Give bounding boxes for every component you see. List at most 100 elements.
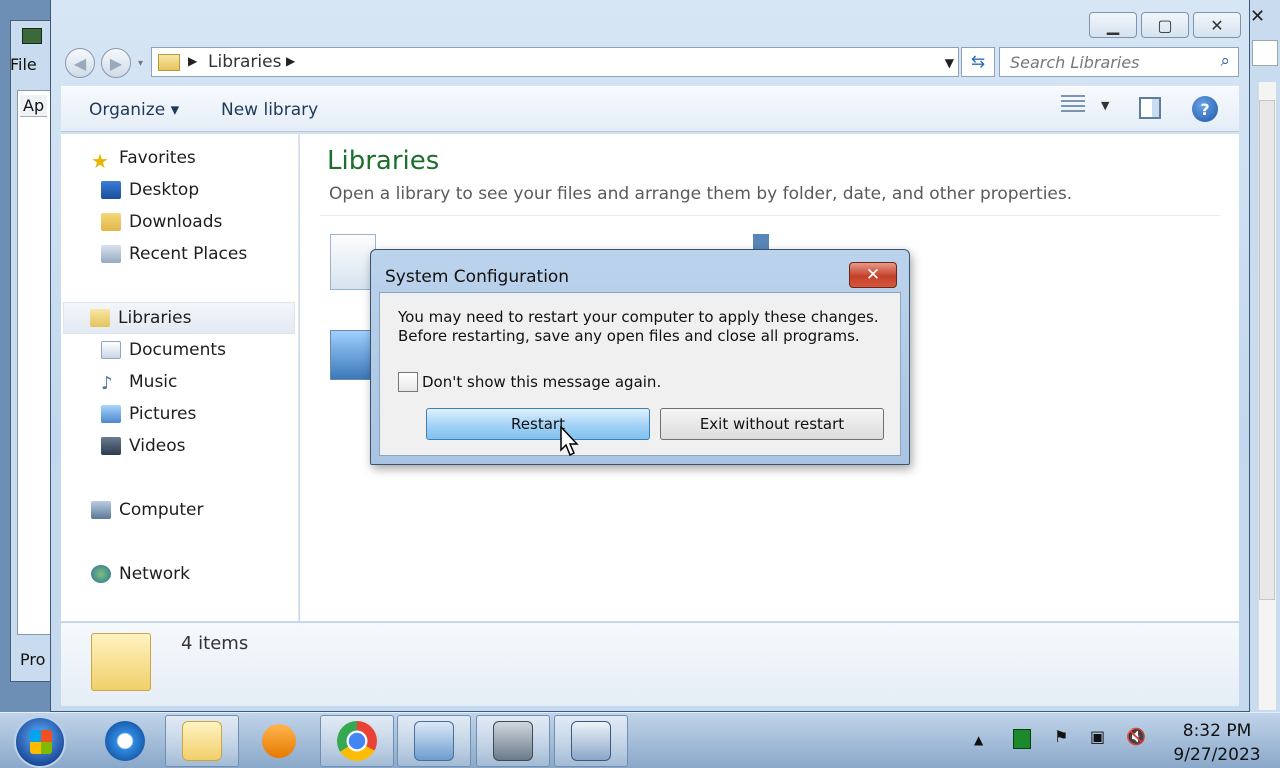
maximize-button[interactable]: ▢ (1141, 12, 1189, 38)
change-view-button[interactable]: ▼ (1061, 95, 1109, 115)
taskbar-chrome[interactable] (320, 715, 394, 767)
taskbar-control-panel[interactable] (397, 715, 471, 767)
search-icon[interactable]: ⌕ (1220, 51, 1230, 71)
nav-libraries[interactable]: Libraries (63, 302, 295, 334)
background-search-icon[interactable] (1252, 40, 1278, 66)
nav-label: Videos (129, 436, 186, 456)
search-input[interactable]: Search Libraries (1010, 53, 1140, 72)
minimize-button[interactable]: ▁ (1089, 12, 1137, 38)
close-button[interactable]: ✕ (1193, 12, 1241, 38)
background-file-menu[interactable]: File (10, 55, 37, 74)
dialog-message: You may need to restart your computer to… (398, 308, 879, 346)
dialog-body: You may need to restart your computer to… (379, 292, 901, 456)
nav-pictures[interactable]: Pictures (101, 404, 196, 424)
nav-desktop[interactable]: Desktop (101, 180, 199, 200)
dialog-close-button[interactable]: ✕ (849, 262, 897, 288)
dialog-message-line: You may need to restart your computer to… (398, 308, 879, 326)
internet-explorer-icon (105, 721, 145, 761)
window-caption-buttons: ▁ ▢ ✕ (1089, 12, 1241, 38)
nav-downloads[interactable]: Downloads (101, 212, 222, 232)
nav-label: Documents (129, 340, 226, 360)
preview-pane-icon (1139, 97, 1161, 119)
nav-label: Libraries (118, 308, 192, 328)
page-title: Libraries (327, 146, 440, 176)
system-configuration-dialog: System Configuration ✕ You may need to r… (370, 249, 910, 465)
forward-button[interactable]: ▶ (101, 48, 131, 78)
performance-monitor-icon (493, 721, 533, 761)
action-center-flag-icon[interactable]: ⚑ (1054, 727, 1068, 746)
navigation-bar: ◀ ▶ ▾ ▶ Libraries ▶ ▼ ⇆ Search Libraries… (63, 46, 1243, 80)
nav-videos[interactable]: Videos (101, 436, 186, 456)
nav-label: Desktop (129, 180, 200, 200)
taskbar-internet-explorer[interactable] (88, 715, 162, 767)
item-count: 4 items (181, 633, 249, 654)
command-bar: Organize ▾ New library ▼ ? (61, 86, 1239, 132)
nav-label: Pictures (129, 404, 197, 424)
mouse-cursor (560, 426, 579, 457)
network-tray-icon[interactable]: ▣ (1090, 727, 1105, 746)
nav-label: Recent Places (129, 244, 248, 264)
star-icon: ★ (91, 149, 109, 173)
breadcrumb-arrow-icon[interactable]: ▶ (286, 54, 295, 68)
dont-show-checkbox[interactable] (398, 372, 418, 392)
background-close-icon[interactable]: ✕ (1250, 6, 1265, 27)
background-footer-label: Pro (20, 650, 46, 669)
background-tab[interactable]: Ap (20, 95, 48, 117)
nav-documents[interactable]: Documents (101, 340, 226, 360)
chevron-down-icon: ▼ (1101, 98, 1110, 112)
taskbar-performance-monitor[interactable] (476, 715, 550, 767)
breadcrumb-libraries[interactable]: Libraries (208, 52, 281, 72)
nav-computer[interactable]: Computer (91, 500, 204, 520)
nav-label: Network (119, 564, 190, 584)
scrollbar-thumb[interactable] (1259, 100, 1275, 600)
control-panel-icon (414, 721, 454, 761)
libraries-icon (90, 309, 110, 327)
breadcrumb-arrow-icon[interactable]: ▶ (188, 54, 197, 68)
nav-music[interactable]: ♪ Music (101, 372, 178, 394)
system-configuration-icon (571, 721, 611, 761)
taskbar-system-configuration[interactable] (554, 715, 628, 767)
system-clock[interactable]: 8:32 PM 9/27/2023 (1165, 719, 1269, 767)
chrome-icon (337, 721, 377, 761)
network-icon (91, 565, 111, 583)
page-description: Open a library to see your files and arr… (329, 184, 1073, 204)
address-bar[interactable]: ▶ Libraries ▶ ▼ (151, 47, 959, 77)
recent-pages-dropdown[interactable]: ▾ (138, 58, 143, 69)
back-button[interactable]: ◀ (65, 48, 95, 78)
new-library-button[interactable]: New library (221, 100, 318, 120)
recent-places-icon (101, 245, 121, 263)
taskbar-windows-explorer[interactable] (165, 715, 239, 767)
pictures-icon (101, 405, 121, 423)
start-button[interactable] (14, 716, 66, 768)
libraries-folder-icon (158, 54, 180, 71)
music-icon: ♪ (101, 373, 113, 394)
nav-label: Downloads (129, 212, 223, 232)
documents-icon (101, 341, 121, 359)
nav-network[interactable]: Network (91, 564, 190, 584)
preview-pane-button[interactable] (1139, 97, 1161, 119)
view-icon (1061, 95, 1085, 115)
help-icon: ? (1192, 96, 1218, 122)
dont-show-label[interactable]: Don't show this message again. (422, 373, 661, 391)
nav-favorites[interactable]: ★ Favorites (91, 148, 196, 173)
nav-label: Computer (119, 500, 204, 520)
exit-without-restart-button[interactable]: Exit without restart (660, 408, 884, 440)
nav-recent-places[interactable]: Recent Places (101, 244, 247, 264)
address-dropdown-icon[interactable]: ▼ (945, 56, 954, 70)
search-box[interactable]: Search Libraries ⌕ (999, 47, 1239, 77)
volume-muted-icon[interactable]: 🔇 (1126, 727, 1146, 746)
media-player-icon (262, 724, 296, 758)
refresh-button[interactable]: ⇆ (961, 47, 995, 77)
taskbar: ▲ ⚑ ▣ 🔇 8:32 PM 9/27/2023 (0, 712, 1280, 768)
help-button[interactable]: ? (1192, 96, 1218, 122)
restart-button[interactable]: Restart (426, 408, 650, 440)
clock-time: 8:32 PM (1182, 721, 1252, 741)
background-window-icon (22, 28, 42, 44)
show-hidden-icons-button[interactable]: ▲ (974, 733, 983, 747)
taskbar-media-player[interactable] (242, 715, 316, 767)
organize-button[interactable]: Organize ▾ (89, 100, 179, 120)
folder-icon (182, 721, 222, 761)
green-status-icon[interactable] (1013, 729, 1031, 749)
dialog-title: System Configuration (385, 267, 570, 287)
nav-label: Music (129, 372, 178, 392)
